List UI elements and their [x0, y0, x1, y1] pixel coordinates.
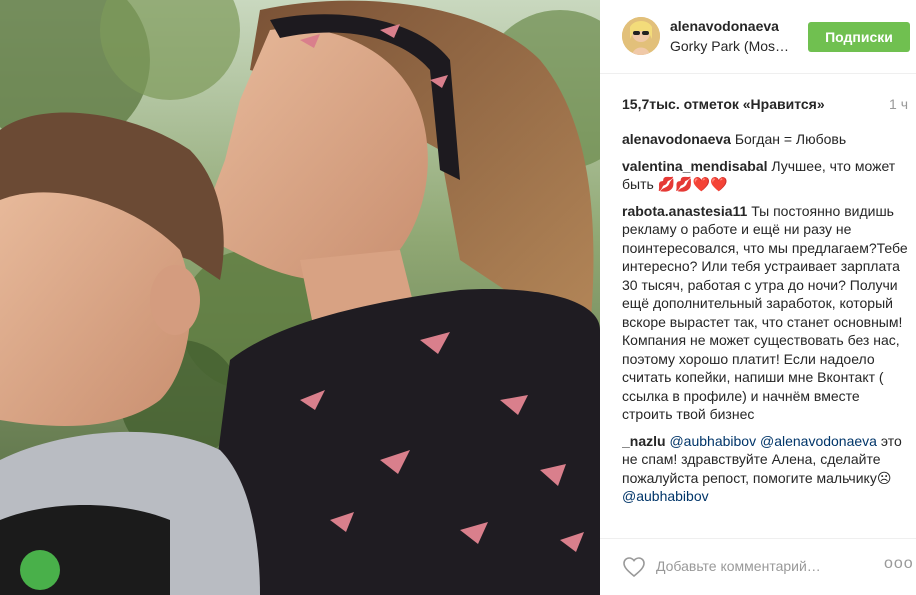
follow-button[interactable]: Подписки	[808, 22, 910, 52]
more-options-icon[interactable]: ooo	[884, 555, 913, 577]
comment-item: _nazlu @aubhabibov @alenavodonaeva это н…	[622, 432, 908, 506]
comment-item: alenavodonaeva Богдан = Любовь	[622, 130, 908, 149]
comment-mention[interactable]: @aubhabibov	[622, 488, 709, 504]
comment-username[interactable]: alenavodonaeva	[622, 131, 731, 147]
comment-item: rabota.anastesia11 Ты постоянно видишь р…	[622, 202, 908, 424]
post-username[interactable]: alenavodonaeva	[670, 18, 779, 34]
avatar-image	[622, 17, 660, 55]
post-header: alenavodonaeva Gorky Park (Mos… Подписки	[600, 0, 916, 74]
avatar[interactable]	[622, 17, 660, 55]
post-time[interactable]: 1 ч	[889, 96, 908, 112]
post-details-panel: alenavodonaeva Gorky Park (Mos… Подписки…	[600, 0, 916, 595]
comment-text: Богдан = Любовь	[734, 131, 847, 147]
post-photo[interactable]	[0, 0, 600, 595]
comment-username[interactable]: _nazlu	[622, 433, 666, 449]
heart-outline-icon[interactable]	[622, 555, 646, 579]
comment-text: Ты постоянно видишь рекламу о работе и е…	[622, 202, 908, 423]
likes-count[interactable]: 15,7тыс. отметок «Нравится»	[622, 96, 825, 112]
comment-mention[interactable]: @aubhabibov	[669, 433, 756, 449]
comment-input[interactable]	[656, 553, 866, 579]
comment-item: valentina_mendisabal Лучшее, что может б…	[622, 157, 908, 194]
comment-username[interactable]: valentina_mendisabal	[622, 158, 768, 174]
comments-list: alenavodonaeva Богдан = Любовь valentina…	[622, 130, 908, 530]
comment-mention[interactable]: @alenavodonaeva	[760, 433, 877, 449]
comment-username[interactable]: rabota.anastesia11	[622, 203, 747, 219]
post-location[interactable]: Gorky Park (Mos…	[670, 38, 789, 54]
post-footer: ooo	[600, 538, 916, 595]
post-photo-illustration	[0, 0, 600, 595]
